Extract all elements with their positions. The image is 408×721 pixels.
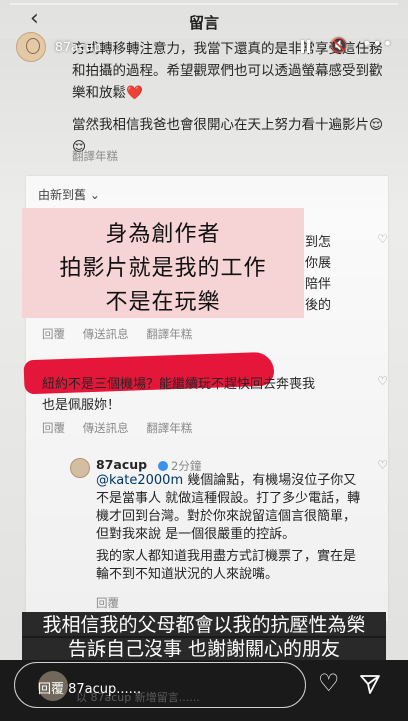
send-message-link: 傳送訊息: [82, 327, 129, 341]
pink-text-sticker: 身為創作者 拍影片就是我的工作 不是在玩樂: [22, 208, 304, 318]
like-heart-icon[interactable]: ♡: [318, 671, 340, 695]
comment-like-icon: ♡: [377, 232, 388, 246]
pause-icon[interactable]: [300, 40, 311, 53]
caption-band-line-1: 我相信我的父母都會以我的抗壓性為榮: [22, 612, 386, 638]
comment-1-peek-text: 到怎 你展 陪伴 後的: [305, 232, 345, 316]
sticker-line-3: 不是在玩樂: [105, 290, 221, 315]
comments-header: ‹ 留言: [0, 0, 408, 38]
comment-like-icon: ♡: [377, 458, 388, 472]
reply-text-part-2: 我的家人都知道我用盡方式訂機票了，實在是輪不到不知道狀況的人來說嘴。: [96, 549, 357, 582]
send-icon[interactable]: [358, 672, 382, 696]
reply-link: 回覆: [42, 421, 65, 435]
comment-2-actions: 回覆 傳送訊息 翻譯年糕: [42, 420, 206, 436]
peek-line: 後的: [305, 298, 332, 313]
reply-input-placeholder: 回覆 87acup......: [38, 682, 142, 697]
comments-title: 留言: [188, 14, 219, 32]
mute-icon[interactable]: 🔇: [330, 38, 347, 54]
reply-avatar: [70, 458, 90, 478]
peek-line: 你展: [305, 256, 332, 271]
caption-paragraph-2: 當然我相信我爸也會很開心在天上努力看十遍影片😌😌: [72, 117, 384, 155]
send-message-link: 傳送訊息: [82, 421, 129, 435]
reply-action: 回覆: [96, 596, 119, 610]
sticker-line-1: 身為創作者: [105, 222, 221, 247]
see-translation-link: 翻譯年糕: [146, 421, 193, 435]
sticker-line-2: 拍影片就是我的工作: [59, 256, 267, 281]
profile-avatar[interactable]: [16, 32, 46, 62]
reply-link: 回覆: [42, 327, 65, 341]
reply-time-text: 2分鐘: [171, 459, 202, 473]
peek-line: 到怎: [305, 235, 332, 250]
story-progress-bar: [10, 3, 398, 5]
more-options-icon[interactable]: •••: [362, 34, 393, 53]
peek-line: 陪伴: [305, 277, 332, 292]
comment-1-actions: 回覆 傳送訊息 翻譯年糕: [42, 326, 206, 342]
comment-like-icon: ♡: [377, 374, 388, 388]
reply-author: 87acup: [96, 457, 148, 472]
story-username[interactable]: 87acup: [55, 39, 101, 54]
caption-band-line-2: 告訴自己沒事 也謝謝關心的朋友: [22, 636, 386, 662]
post-caption: 方式轉移轉注意力，我當下還真的是非常享受這任務和拍攝的過程。希望觀眾們也可以透過…: [72, 38, 392, 168]
reply-text: @kate2000m 幾個論點，有機場沒位子你又不是當事人 就做這種假設。打了多…: [96, 472, 366, 584]
reply-mention: @kate2000m: [96, 473, 184, 488]
see-translation-link: 翻譯年糕: [72, 149, 118, 163]
comment-2-text: 紐約不是三個機場？能繼續玩不趕快回去奔喪我也是佩服妳！: [42, 377, 316, 413]
see-translation-link: 翻譯年糕: [146, 327, 193, 341]
verified-badge-icon: [158, 461, 168, 471]
sort-selector: 由新到舊 ⌄: [38, 188, 100, 202]
